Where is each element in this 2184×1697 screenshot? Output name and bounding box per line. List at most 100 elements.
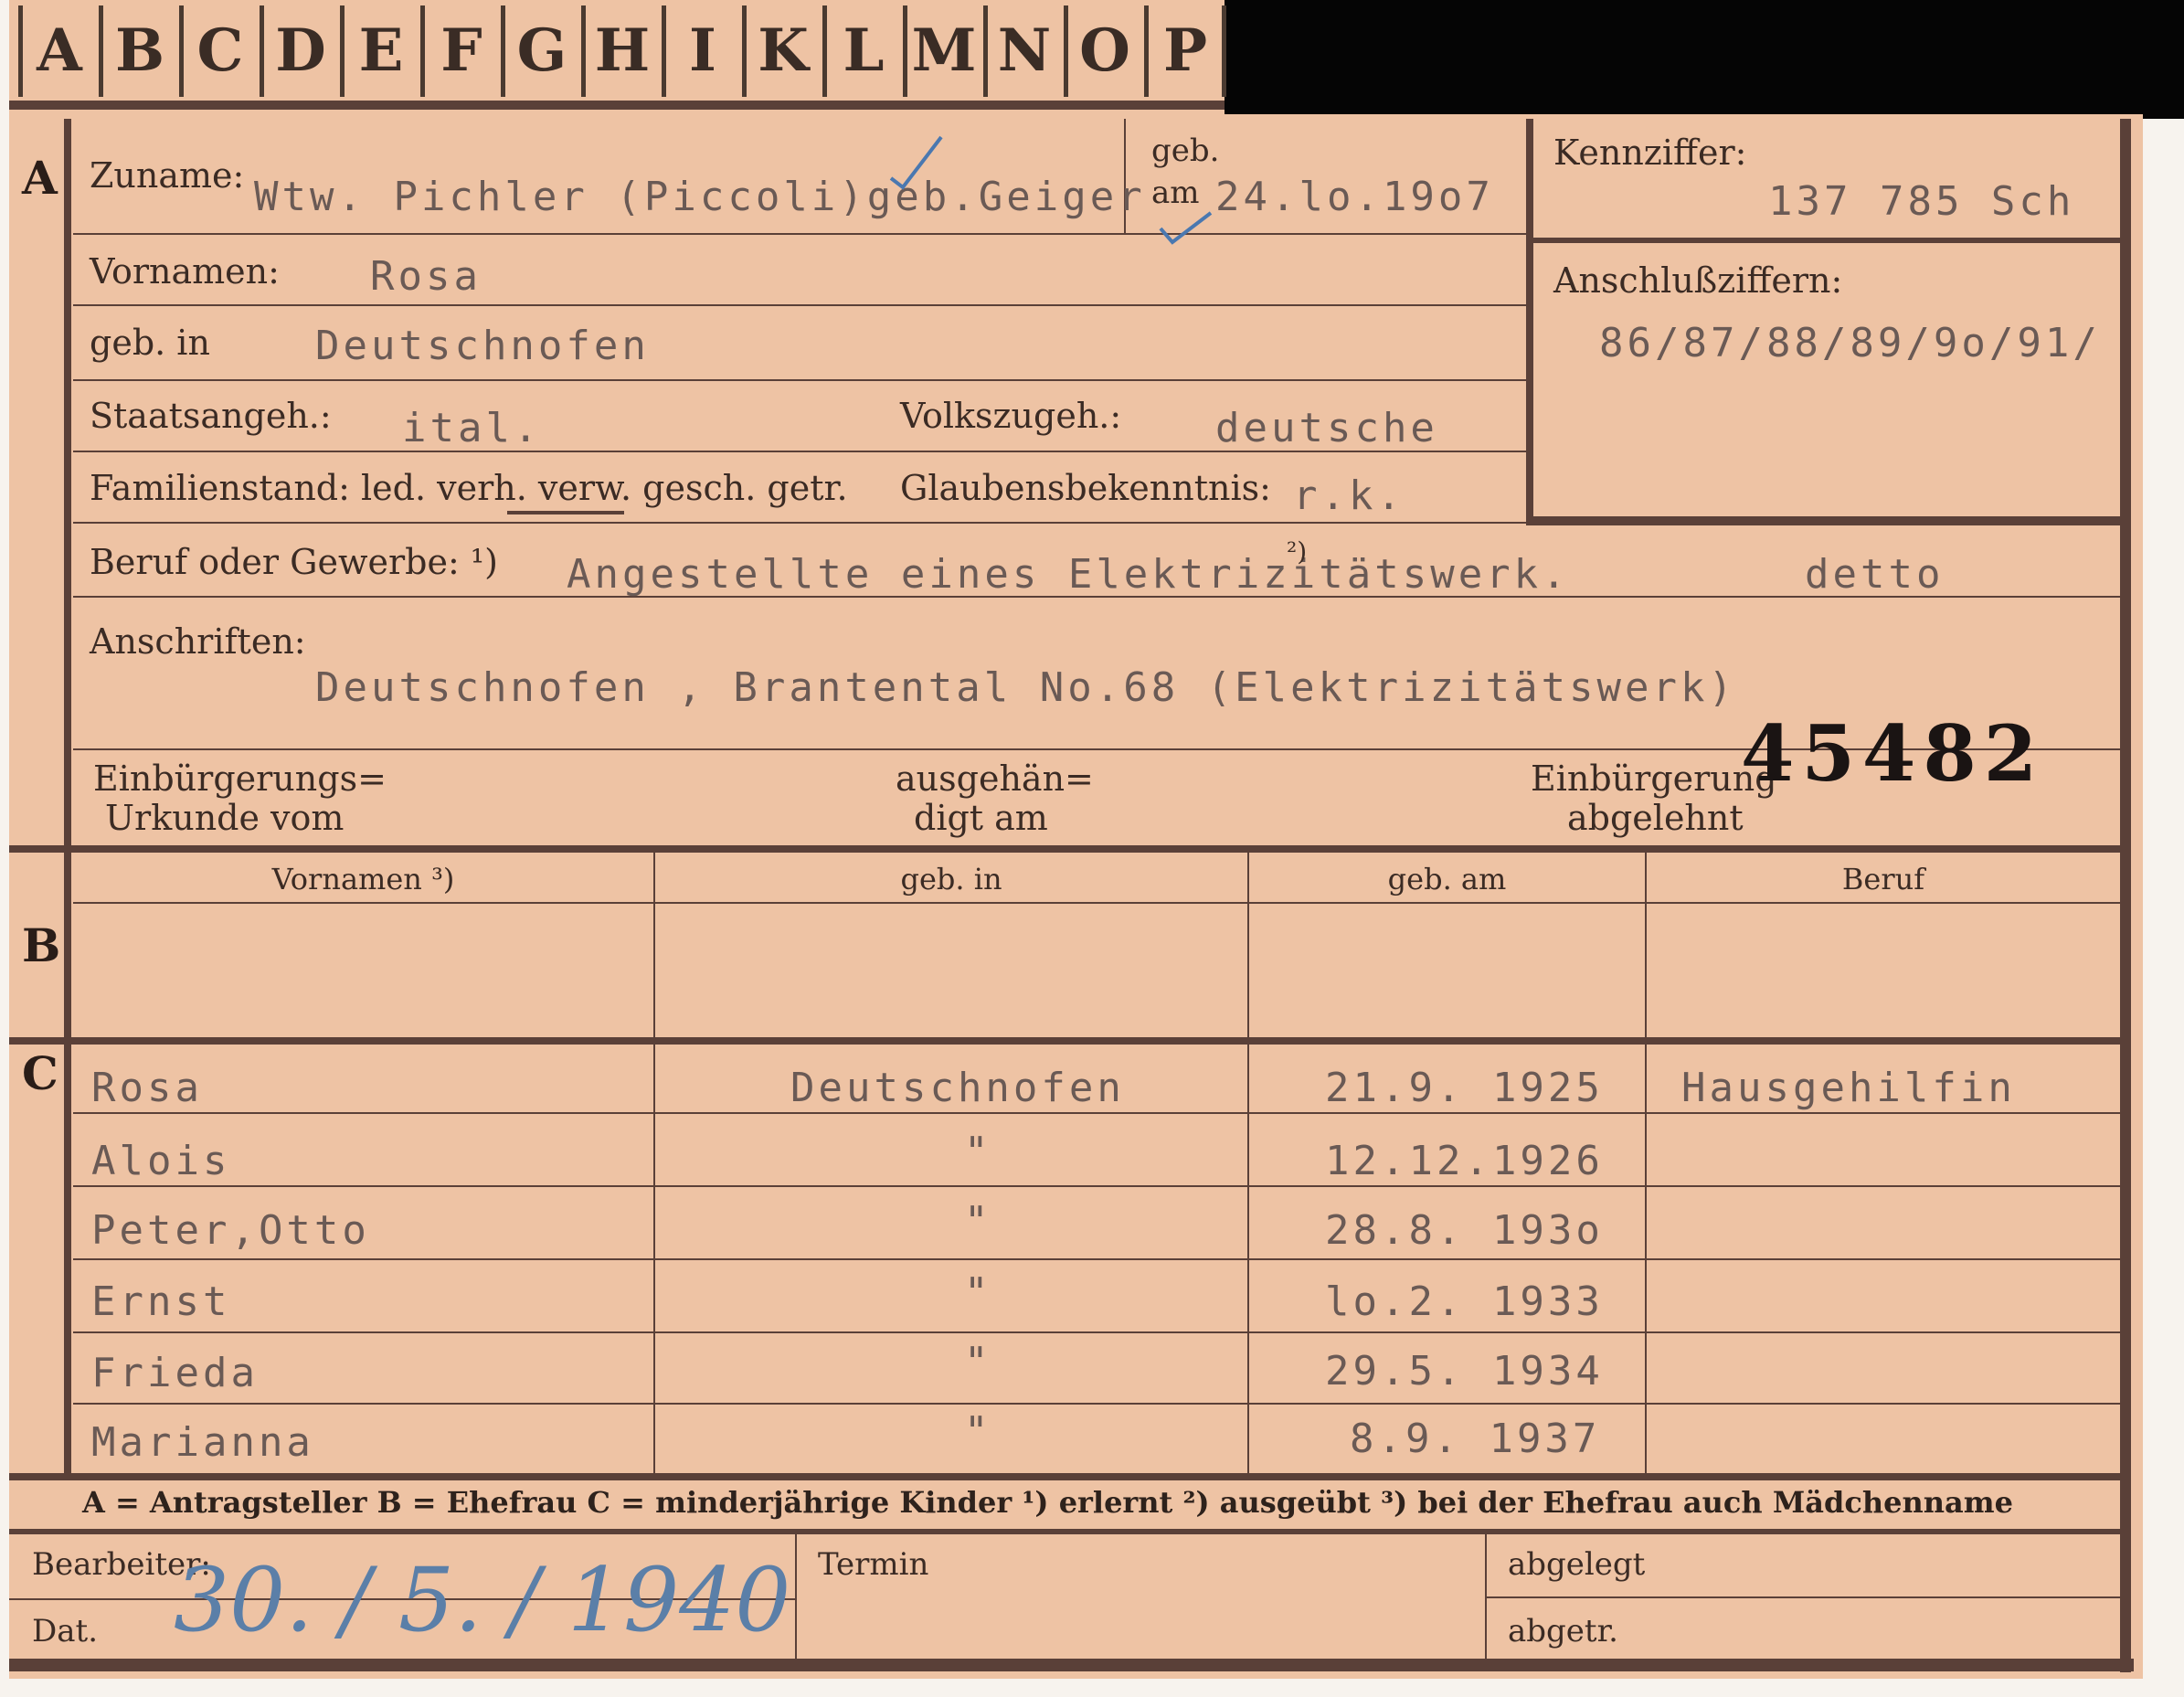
row-line <box>73 304 1526 306</box>
vornamen-value: Rosa <box>370 253 482 300</box>
child-job: Hausgehilfin <box>1681 1065 2016 1111</box>
vornamen-label: Vornamen: <box>90 251 280 292</box>
row-line <box>73 522 1526 524</box>
child-name: Ernst <box>91 1278 231 1325</box>
child-name: Alois <box>91 1138 231 1184</box>
abgelegt-label: abgelegt <box>1508 1546 1646 1583</box>
geb-am-label-1: geb. <box>1151 133 1220 169</box>
section-b-bottom <box>9 1037 2129 1045</box>
child-place: Deutschnofen <box>790 1065 1125 1111</box>
child-place: " <box>964 1269 992 1316</box>
col-header-geb-in: geb. in <box>900 862 1002 896</box>
tab-l[interactable]: L <box>822 5 900 97</box>
tab-m[interactable]: M <box>903 5 981 97</box>
tab-n[interactable]: N <box>983 5 1061 97</box>
anschriften-value: Deutschnofen , Brantental No.68 (Elektri… <box>315 664 1737 711</box>
anschriften-label: Anschriften: <box>90 621 306 662</box>
geb-in-label: geb. in <box>90 323 210 363</box>
child-date: lo.2. 1933 <box>1325 1278 1604 1325</box>
familienstand-underline <box>507 511 624 514</box>
staatsangeh-value: ital. <box>402 405 542 451</box>
einb-urkunde-label-2: Urkunde vom <box>105 798 345 838</box>
legend: A = Antragsteller B = Ehefrau C = minder… <box>82 1485 2013 1520</box>
beruf-note: ²) <box>1287 536 1308 567</box>
kennziffer-label: Kennziffer: <box>1553 133 1747 173</box>
row-line <box>73 1185 2120 1187</box>
geb-am-value: 24.lo.19o7 <box>1215 174 1494 220</box>
anschluss-label: Anschlußziffern: <box>1553 260 1843 301</box>
dat-label: Dat. <box>32 1613 99 1649</box>
ausgeh-label-2: digt am <box>914 798 1048 838</box>
tab-o[interactable]: O <box>1064 5 1141 97</box>
tab-b[interactable]: B <box>99 5 176 97</box>
index-card: A B C Kennziffer: 137 785 Sch Anschlußzi… <box>9 114 2143 1679</box>
child-place: " <box>964 1408 992 1455</box>
tab-k[interactable]: K <box>742 5 820 97</box>
volkszugeh-label: Volkszugeh.: <box>900 396 1122 436</box>
row-line <box>73 379 1526 381</box>
col-divider-3 <box>1645 853 1647 1474</box>
legend-bottom <box>9 1529 2129 1534</box>
section-letter-b: B <box>22 918 61 972</box>
handwritten-date: 30. / 5. / 1940 <box>174 1549 791 1651</box>
tab-a[interactable]: A <box>18 5 96 97</box>
section-a-bottom <box>9 845 2129 853</box>
right-box-bottom <box>1526 516 2120 525</box>
child-date: 29.5. 1934 <box>1325 1348 1604 1395</box>
child-date: 28.8. 193o <box>1325 1207 1604 1254</box>
file-number-stamp: 45482 <box>1741 708 2045 799</box>
glaubens-label: Glaubensbekenntnis: <box>900 468 1271 508</box>
beruf-value-2: detto <box>1805 551 1945 598</box>
section-c-bottom <box>9 1473 2129 1480</box>
col-header-vornamen: Vornamen ³) <box>271 862 455 896</box>
geb-in-value: Deutschnofen <box>315 323 650 369</box>
col-header-geb-am: geb. am <box>1387 862 1507 896</box>
staatsangeh-label: Staatsangeh.: <box>90 396 332 436</box>
einb-urkunde-label-1: Einbürgerungs= <box>93 758 387 799</box>
tab-p[interactable]: P <box>1144 5 1226 97</box>
row-line <box>73 1112 2120 1114</box>
tab-h[interactable]: H <box>581 5 659 97</box>
left-frame-line <box>64 119 71 1480</box>
familienstand-label: Familienstand: led. verh. verw. gesch. g… <box>90 468 848 508</box>
anschluss-value: 86/87/88/89/9o/91/ <box>1599 320 2101 366</box>
child-name: Marianna <box>91 1419 314 1466</box>
einb-abgelehnt-label-2: abgelehnt <box>1567 798 1744 838</box>
tab-i[interactable]: I <box>662 5 739 97</box>
check-mark-icon <box>889 135 943 190</box>
tab-divider <box>9 101 1225 110</box>
tab-d[interactable]: D <box>260 5 337 97</box>
table-b-header-line <box>73 902 2120 904</box>
right-box-left <box>1526 119 1533 525</box>
glaubens-value: r.k. <box>1293 472 1405 519</box>
footer-divider-2 <box>1485 1534 1487 1662</box>
right-frame-line <box>2120 119 2131 1672</box>
child-date: 21.9. 1925 <box>1325 1065 1604 1111</box>
col-divider-1 <box>653 853 655 1474</box>
abgetr-label: abgetr. <box>1508 1613 1618 1649</box>
row-line <box>73 233 1526 235</box>
section-letter-c: C <box>22 1046 58 1100</box>
child-name: Frieda <box>91 1350 259 1396</box>
termin-label: Termin <box>818 1546 929 1583</box>
col-header-beruf: Beruf <box>1841 862 1925 896</box>
child-place: " <box>964 1129 992 1175</box>
index-tabs: A B C D E F G H I K L M N O P <box>9 0 1226 119</box>
tab-g[interactable]: G <box>501 5 578 97</box>
row-line <box>73 1331 2120 1333</box>
ausgeh-label-1: ausgehän= <box>896 758 1094 799</box>
footer-divider-1 <box>795 1534 797 1662</box>
child-date: 8.9. 1937 <box>1350 1416 1601 1462</box>
background-corner <box>1225 0 2184 119</box>
child-name: Peter,Otto <box>91 1207 370 1254</box>
footer-row-line <box>1485 1596 2129 1598</box>
section-letter-a: A <box>22 151 58 205</box>
row-line <box>73 1403 2120 1405</box>
tab-e[interactable]: E <box>340 5 418 97</box>
tab-c[interactable]: C <box>179 5 257 97</box>
tab-f[interactable]: F <box>420 5 498 97</box>
child-place: " <box>964 1198 992 1245</box>
zuname-value: Wtw. Pichler (Piccoli)geb.Geiger <box>254 174 1146 220</box>
col-divider-2 <box>1247 853 1249 1474</box>
child-place: " <box>964 1339 992 1385</box>
